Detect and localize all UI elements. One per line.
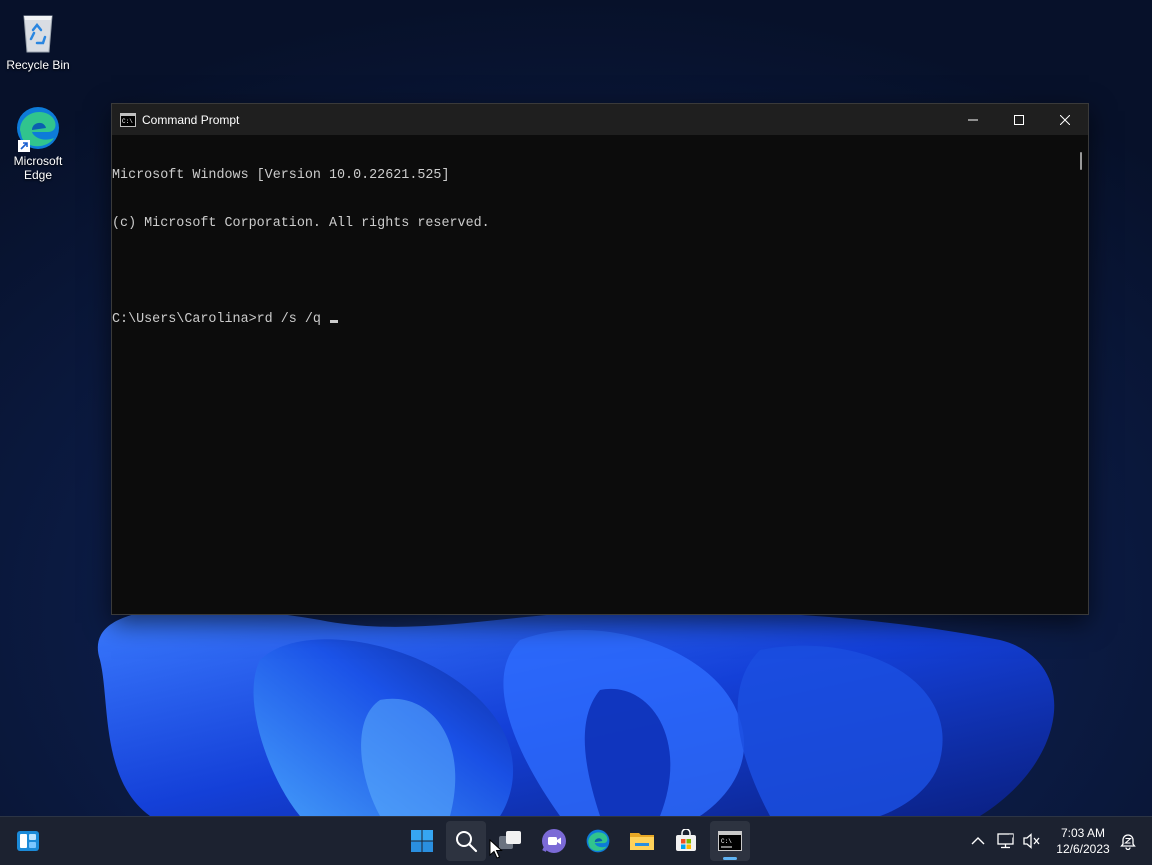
window-title: Command Prompt <box>142 112 240 127</box>
minimize-icon <box>968 119 978 120</box>
command-prompt-window[interactable]: C:\ Command Prompt Microsoft Windows [Ve… <box>111 103 1089 615</box>
clock-time: 7:03 AM <box>1060 826 1106 840</box>
maximize-button[interactable] <box>996 104 1042 135</box>
text-cursor <box>329 320 338 323</box>
search-button[interactable] <box>446 821 486 861</box>
terminal-icon: C:\ <box>718 831 742 851</box>
store-icon <box>676 829 696 851</box>
console-output[interactable]: Microsoft Windows [Version 10.0.22621.52… <box>112 135 1088 614</box>
cmd-icon: C:\ <box>120 112 136 127</box>
maximize-icon <box>1014 114 1024 125</box>
clock[interactable]: 7:03 AM 12/6/2023 <box>1050 825 1116 857</box>
active-app-indicator <box>723 857 737 860</box>
volume-muted-icon <box>1023 833 1040 849</box>
file-explorer-button[interactable] <box>622 821 662 861</box>
desktop-icon-label: Recycle Bin <box>6 58 70 72</box>
console-line: Microsoft Windows [Version 10.0.22621.52… <box>112 168 450 183</box>
window-titlebar[interactable]: C:\ Command Prompt <box>112 104 1088 135</box>
recycle-bin-icon <box>14 8 62 56</box>
command-prompt-taskbar-button[interactable]: C:\ <box>710 821 750 861</box>
edge-icon <box>14 104 62 152</box>
desktop-icon-label: Microsoft Edge <box>13 154 63 182</box>
start-button[interactable] <box>402 821 442 861</box>
start-icon <box>411 830 433 852</box>
volume-button[interactable] <box>1020 821 1044 861</box>
edge-icon <box>586 829 610 853</box>
notifications-button[interactable] <box>1116 821 1140 861</box>
desktop-icon-recycle-bin[interactable]: Recycle Bin <box>2 8 74 72</box>
edge-taskbar-button[interactable] <box>578 821 618 861</box>
network-button[interactable] <box>994 821 1018 861</box>
minimize-button[interactable] <box>950 104 996 135</box>
svg-text:C:\: C:\ <box>122 118 133 125</box>
notifications-icon <box>1120 834 1136 850</box>
widgets-button[interactable] <box>8 821 48 861</box>
widgets-icon <box>17 831 39 851</box>
network-icon <box>997 833 1014 849</box>
mouse-cursor-icon <box>489 839 503 859</box>
svg-text:C:\: C:\ <box>721 838 732 845</box>
store-button[interactable] <box>666 821 706 861</box>
console-line: (c) Microsoft Corporation. All rights re… <box>112 216 490 231</box>
prompt-text: C:\Users\Carolina>rd /s /q <box>112 312 329 327</box>
close-button[interactable] <box>1042 104 1088 135</box>
clock-date: 12/6/2023 <box>1056 842 1110 856</box>
desktop-icon-microsoft-edge[interactable]: Microsoft Edge <box>2 104 74 182</box>
file-explorer-icon <box>630 833 654 850</box>
search-icon <box>456 831 478 853</box>
teams-chat-button[interactable] <box>534 821 574 861</box>
chevron-up-icon <box>971 837 985 845</box>
taskbar: C:\ 7:03 AM 12/6/2023 <box>0 816 1152 865</box>
scrollbar-thumb[interactable] <box>1080 152 1082 170</box>
close-icon <box>1060 114 1070 125</box>
teams-chat-icon <box>542 829 566 853</box>
show-hidden-icons-button[interactable] <box>962 821 994 861</box>
console-line-prompt[interactable]: C:\Users\Carolina>rd /s /q <box>112 312 1088 328</box>
